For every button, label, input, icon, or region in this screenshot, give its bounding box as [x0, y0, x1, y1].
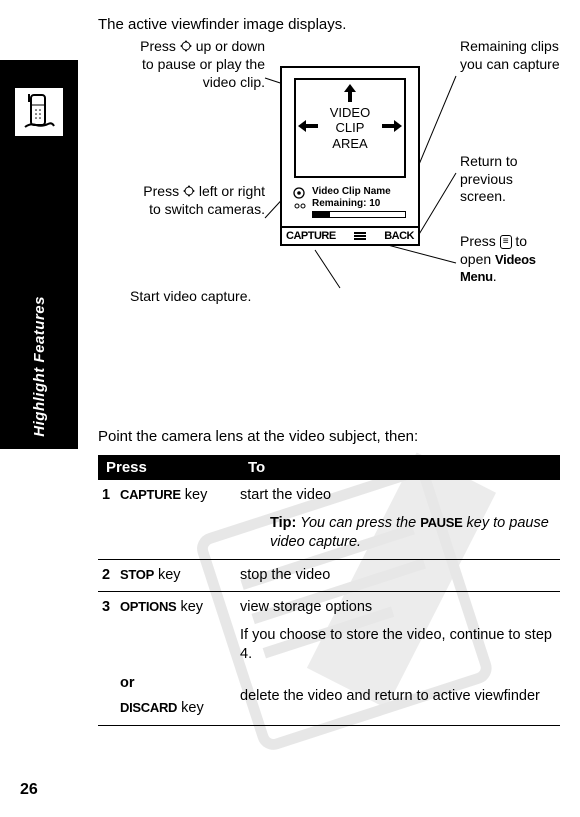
viewfinder-label-1: VIDEO [330, 105, 370, 121]
key-stop: STOP [120, 567, 154, 582]
callout-dpad-leftright: Press left or right to switch cameras. [130, 183, 265, 219]
phone-screen: VIDEO CLIP AREA Video Clip Name Remainin… [280, 66, 420, 246]
steps-table: Press To 1 CAPTURE key start the video T… [98, 455, 560, 726]
phone-icon [15, 88, 63, 136]
softkey-left[interactable]: CAPTURE [286, 230, 336, 242]
viewfinder-label-3: AREA [330, 136, 370, 152]
camera-status-icon [290, 186, 308, 212]
table-row: 1 CAPTURE key start the video Tip: You c… [98, 480, 560, 559]
softkey-menu-icon[interactable] [353, 230, 367, 242]
section-title: Highlight Features [31, 296, 48, 437]
viewfinder-label-2: CLIP [330, 120, 370, 136]
key-options: OPTIONS [120, 599, 176, 614]
key-capture: CAPTURE [120, 487, 181, 502]
callout-remaining: Remaining clips you can capture [460, 38, 560, 73]
menu-key-icon: ≡ [500, 235, 512, 249]
key-pause: PAUSE [420, 515, 462, 530]
dpad-icon [183, 184, 195, 202]
dpad-icon [180, 39, 192, 57]
intro-top-line: The active viewfinder image displays. [98, 16, 346, 33]
callout-start-capture: Start video capture. [130, 288, 251, 306]
table-row: 3 OPTIONS key or DISCARD key view storag… [98, 592, 560, 725]
clip-name: Video Clip Name [312, 186, 406, 198]
th-to: To [240, 455, 560, 480]
lower-intro: Point the camera lens at the video subje… [98, 428, 560, 445]
th-press: Press [98, 455, 240, 480]
viewfinder-diagram: Press up or down to pause or play the vi… [130, 38, 560, 348]
callout-dpad-updown: Press up or down to pause or play the vi… [130, 38, 265, 91]
progress-bar [312, 211, 406, 218]
page-number: 26 [20, 781, 38, 799]
remaining-count: Remaining: 10 [312, 198, 406, 210]
table-row: 2 STOP key stop the video [98, 559, 560, 592]
viewfinder-area: VIDEO CLIP AREA [294, 78, 406, 178]
side-tab: Highlight Features [0, 60, 78, 449]
callout-menu-key: Press ≡ to open Videos Menu. [460, 233, 560, 286]
softkey-right[interactable]: BACK [384, 230, 414, 242]
key-discard: DISCARD [120, 700, 177, 715]
callout-return: Return to previous screen. [460, 153, 550, 206]
